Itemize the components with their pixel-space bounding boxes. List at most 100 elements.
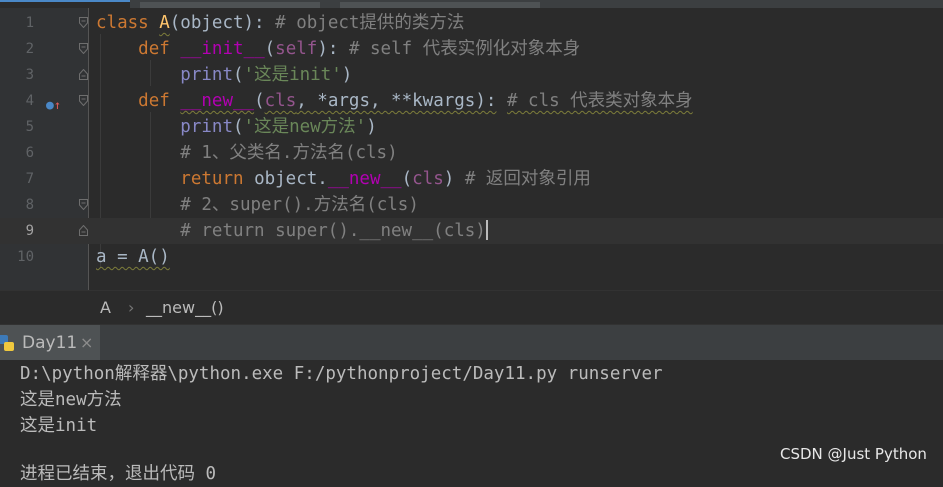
fold-marker-icon[interactable] xyxy=(79,95,88,106)
code-token: ( xyxy=(401,169,413,189)
editor-tab-active[interactable] xyxy=(0,0,130,8)
run-tab-label: Day11 xyxy=(22,333,78,353)
console-line: D:\python解释器\python.exe F:/pythonproject… xyxy=(20,364,663,384)
code-token: A xyxy=(159,13,170,33)
text-caret xyxy=(485,220,488,240)
code-token: print xyxy=(180,65,233,85)
breadcrumb-separator: › xyxy=(128,298,135,317)
fold-marker-icon[interactable] xyxy=(79,199,88,210)
code-token: , *args, **kwargs): xyxy=(296,91,497,111)
fold-marker-icon[interactable] xyxy=(79,43,88,54)
code-token: __new__ xyxy=(180,91,255,111)
code-text: def __new__(cls, *args, **kwargs): # cls… xyxy=(96,88,693,114)
code-token: ) xyxy=(366,117,377,137)
line-number: 6 xyxy=(25,145,34,161)
line-number: 7 xyxy=(25,171,34,187)
line-number: 4 xyxy=(25,93,34,109)
code-token: # 返回对象引用 xyxy=(464,169,591,189)
code-token: # 2、super().方法名(cls) xyxy=(180,195,419,215)
code-line[interactable]: 2 def __init__(self): # self 代表实例化对象本身 xyxy=(0,36,943,62)
code-text: def __init__(self): # self 代表实例化对象本身 xyxy=(96,36,580,62)
code-token: ( xyxy=(264,39,276,59)
line-number: 2 xyxy=(25,41,34,57)
code-token: return xyxy=(180,169,255,189)
console-line: 这是init xyxy=(20,416,98,436)
code-line[interactable]: 3 print('这是init') xyxy=(0,62,943,88)
code-token: # return super().__new__(cls) xyxy=(180,221,486,241)
python-icon xyxy=(0,335,14,351)
code-text: # return super().__new__(cls) xyxy=(96,218,488,244)
code-text: # 1、父类名.方法名(cls) xyxy=(96,140,398,166)
code-token: object. xyxy=(254,169,328,189)
line-number: 3 xyxy=(25,67,34,83)
code-line[interactable]: 8 # 2、super().方法名(cls) xyxy=(0,192,943,218)
breadcrumb-method[interactable]: __new__() xyxy=(146,298,224,317)
code-token: self xyxy=(275,39,318,59)
run-tab-day11[interactable]: Day11 × xyxy=(0,325,100,361)
fold-marker-icon[interactable] xyxy=(79,225,88,236)
code-line[interactable]: 6 # 1、父类名.方法名(cls) xyxy=(0,140,943,166)
breadcrumb: A › __new__() xyxy=(0,290,943,325)
line-number: 8 xyxy=(25,197,34,213)
editor-tab-strip[interactable] xyxy=(0,0,943,8)
fold-marker-icon[interactable] xyxy=(79,17,88,28)
line-number: 1 xyxy=(25,15,34,31)
code-token: cls xyxy=(264,91,297,111)
console-line: 这是new方法 xyxy=(20,390,122,410)
code-token: ): xyxy=(317,39,339,59)
code-token: '这是new方法' xyxy=(243,117,367,137)
code-token: print xyxy=(180,117,233,137)
code-text: print('这是init') xyxy=(96,62,352,88)
code-token: (object): xyxy=(169,13,265,33)
code-token: def xyxy=(138,39,181,59)
code-token: ( xyxy=(232,117,244,137)
breadcrumb-class[interactable]: A xyxy=(100,298,111,317)
code-line[interactable]: 10 a = A() xyxy=(0,244,943,270)
run-tool-window-header: Day11 × xyxy=(0,324,943,361)
code-token: # object提供的类方法 xyxy=(275,13,465,33)
console-line: 进程已结束，退出代码 0 xyxy=(20,464,217,484)
code-line[interactable]: 9 # return super().__new__(cls) xyxy=(0,218,943,244)
code-line[interactable]: 4 ●↑ def __new__(cls, *args, **kwargs): #… xyxy=(0,88,943,114)
code-token: '这是init' xyxy=(243,65,342,85)
code-line[interactable]: 7 return object.__new__(cls) # 返回对象引用 xyxy=(0,166,943,192)
line-number: 9 xyxy=(25,223,34,239)
code-text: a = A() xyxy=(96,244,170,270)
code-token: class xyxy=(96,13,160,33)
code-text: class A(object): # object提供的类方法 xyxy=(96,10,464,36)
code-token: ( xyxy=(232,65,244,85)
code-token: # self 代表实例化对象本身 xyxy=(348,39,581,59)
code-text: print('这是new方法') xyxy=(96,114,377,140)
code-token: __init__ xyxy=(180,39,265,59)
code-token: a = A() xyxy=(96,247,170,267)
code-token: # 1、父类名.方法名(cls) xyxy=(180,143,398,163)
code-token: # cls 代表类对象本身 xyxy=(506,91,693,111)
code-editor[interactable]: 1 class A(object): # object提供的类方法 2 def __… xyxy=(0,8,943,290)
line-number: 5 xyxy=(25,119,34,135)
code-token: def xyxy=(138,91,181,111)
code-token: ( xyxy=(254,91,265,111)
code-token: __new__ xyxy=(327,169,402,189)
code-token: ) xyxy=(341,65,353,85)
code-text: return object.__new__(cls) # 返回对象引用 xyxy=(96,166,591,192)
code-line[interactable]: 1 class A(object): # object提供的类方法 xyxy=(0,10,943,36)
fold-marker-icon[interactable] xyxy=(79,69,88,80)
close-icon[interactable]: × xyxy=(80,333,93,352)
line-number: 10 xyxy=(17,249,34,265)
watermark: CSDN @Just Python xyxy=(780,445,927,463)
code-token: cls xyxy=(412,169,444,189)
code-line[interactable]: 5 print('这是new方法') xyxy=(0,114,943,140)
code-text: # 2、super().方法名(cls) xyxy=(96,192,419,218)
